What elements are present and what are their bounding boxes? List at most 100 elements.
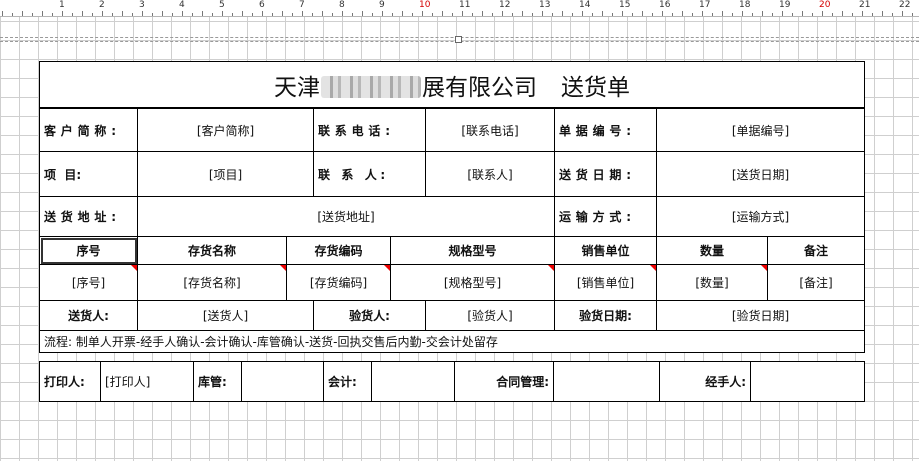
col-header-unit[interactable]: 销售单位 [554,236,657,265]
detail-remark: [备注] [799,276,833,290]
ruler-tick [502,11,503,16]
ruler-tick [592,13,593,16]
comment-marker [131,265,137,271]
detail-remark-cell[interactable]: [备注] [767,264,865,301]
ruler-number: 7 [299,0,305,10]
ruler-tick [552,13,553,16]
contract-value-cell[interactable] [553,361,660,402]
horizontal-ruler[interactable]: 1234567891011121314151617181920212223 [0,0,919,17]
detail-seq-cell[interactable]: [序号] [39,264,138,301]
ruler-tick [42,11,43,16]
detail-spec: [规格型号] [443,276,502,290]
docno-label: 单据编号: [554,108,657,152]
delivery-date-value-cell[interactable]: [送货日期] [656,151,865,197]
ruler-tick [892,13,893,16]
accountant-value-cell[interactable] [371,361,455,402]
ruler-tick [742,11,743,16]
ruler-tick [362,11,363,16]
handler-label: 经手人: [659,361,751,402]
ruler-tick [732,13,733,16]
warehouse-label: 库管: [193,361,242,402]
detail-qty-cell[interactable]: [数量] [656,264,768,301]
comment-marker [761,265,767,271]
detail-seq: [序号] [71,276,106,290]
delivery-note-footer: 打印人: [打印人] 库管: 会计: 合同管理: 经手人: [39,361,865,402]
ruler-tick [652,13,653,16]
detail-item-name-cell[interactable]: [存货名称] [137,264,287,301]
ruler-number: 13 [539,0,551,10]
detail-item-code-cell[interactable]: [存货编码] [286,264,391,301]
project-value-cell[interactable]: [项目] [137,151,314,197]
ruler-tick [472,13,473,16]
ruler-tick [562,11,563,16]
ruler-tick [252,13,253,16]
form-title[interactable]: 天津 展有限公司 送货单 [38,61,866,108]
title-company-prefix: 天津 [274,74,320,101]
docno-value-cell[interactable]: [单据编号] [656,108,865,152]
ruler-tick [522,11,523,16]
ruler-tick [172,13,173,16]
inspector-value-cell[interactable]: [验货人] [425,300,555,331]
process-flow-text[interactable]: 流程: 制单人开票-经手人确认-会计确认-库管确认-送货-回执交售后内勤-交会计… [39,330,865,353]
ruler-tick [242,11,243,16]
ruler-tick [822,11,823,16]
ruler-tick [412,13,413,16]
col-header-qty[interactable]: 数量 [656,236,768,265]
ruler-tick [442,11,443,16]
ruler-tick [72,13,73,16]
address-value-cell[interactable]: [送货地址] [137,196,555,237]
ruler-tick [232,13,233,16]
ruler-tick [272,13,273,16]
col-header-seq[interactable]: 序号 [39,236,138,265]
ruler-tick [312,13,313,16]
detail-unit-cell[interactable]: [销售单位] [554,264,657,301]
detail-item-name: [存货名称] [183,276,241,290]
ruler-tick [382,11,383,16]
ruler-number: 10 [419,0,431,10]
resize-handle[interactable] [455,36,462,43]
ruler-tick [392,13,393,16]
detail-spec-cell[interactable]: [规格型号] [390,264,555,301]
transport-value-cell[interactable]: [运输方式] [656,196,865,237]
ruler-tick [2,11,3,16]
col-header-remark[interactable]: 备注 [767,236,865,265]
warehouse-value-cell[interactable] [241,361,324,402]
inspect-date-value-cell[interactable]: [验货日期] [656,300,865,331]
customer-value-cell[interactable]: [客户简称] [137,108,314,152]
ruler-number: 1 [59,0,65,10]
detail-qty: [数量] [695,276,729,290]
ruler-number: 17 [699,0,711,10]
title-company-suffix: 展有限公司 [422,74,537,101]
contract-label: 合同管理: [454,361,554,402]
col-header-item-code[interactable]: 存货编码 [286,236,391,265]
ruler-number: 16 [659,0,671,10]
ruler-tick [52,13,53,16]
col-header-item-name[interactable]: 存货名称 [137,236,287,265]
ruler-tick [832,13,833,16]
ruler-tick [282,11,283,16]
ruler-tick [722,11,723,16]
ruler-tick [802,11,803,16]
ruler-tick [812,13,813,16]
phone-value-cell[interactable]: [联系电话] [425,108,555,152]
ruler-number: 5 [219,0,225,10]
ruler-tick [222,11,223,16]
sender-value-cell[interactable]: [送货人] [137,300,314,331]
handler-value-cell[interactable] [750,361,865,402]
printer-value-cell[interactable]: [打印人] [100,361,194,402]
ruler-tick [302,11,303,16]
ruler-tick [462,11,463,16]
ruler-tick [452,13,453,16]
ruler-tick [322,11,323,16]
comment-marker [280,265,286,271]
ruler-tick [162,11,163,16]
ruler-tick [872,13,873,16]
ruler-tick [12,13,13,16]
ruler-number: 11 [459,0,471,10]
printer-label: 打印人: [39,361,101,402]
ruler-tick [542,11,543,16]
col-header-spec[interactable]: 规格型号 [390,236,555,265]
contact-value-cell[interactable]: [联系人] [425,151,555,197]
ruler-number: 3 [139,0,145,10]
ruler-tick [852,13,853,16]
